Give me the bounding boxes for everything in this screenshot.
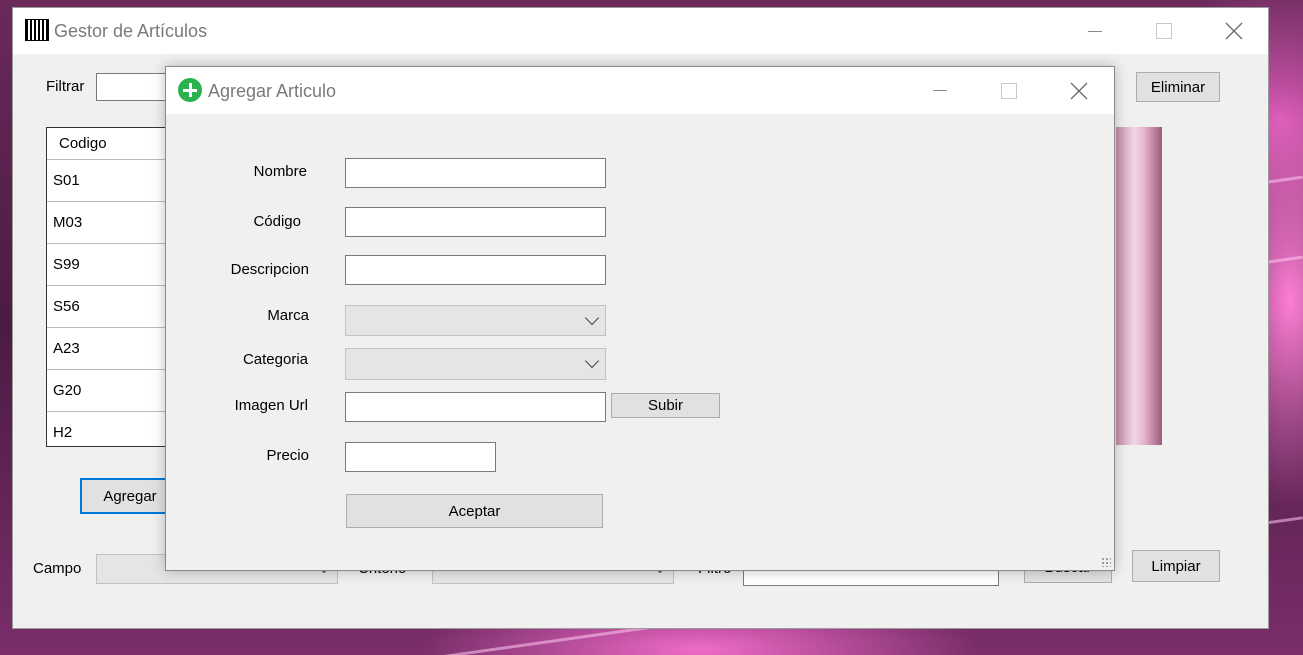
grid-app-icon — [25, 19, 49, 41]
precio-input[interactable] — [345, 442, 496, 472]
close-icon[interactable] — [1056, 67, 1102, 114]
minimize-icon[interactable] — [917, 67, 963, 114]
codigo-label: Código — [253, 213, 301, 230]
main-titlebar[interactable]: Gestor de Artículos — [13, 8, 1268, 54]
minimize-icon[interactable] — [1072, 8, 1118, 54]
imagen-url-input[interactable] — [345, 392, 606, 422]
nombre-input[interactable] — [345, 158, 606, 188]
add-circle-icon — [178, 78, 202, 102]
categoria-select[interactable] — [345, 348, 606, 380]
filter-label: Filtrar — [46, 78, 85, 95]
main-window-title: Gestor de Artículos — [54, 21, 208, 41]
table-row[interactable]: S01 — [47, 160, 175, 202]
dialog-titlebar[interactable]: Agregar Articulo — [166, 67, 1114, 114]
marca-select[interactable] — [345, 305, 606, 336]
table-row[interactable]: A23 — [47, 328, 175, 370]
table-row[interactable]: S56 — [47, 286, 175, 328]
precio-label: Precio — [266, 447, 309, 464]
add-article-dialog: Agregar Articulo Nombre Código Descripci… — [165, 66, 1115, 571]
upload-button[interactable]: Subir — [611, 393, 720, 418]
filter-input[interactable] — [96, 73, 176, 101]
article-image-preview — [1116, 127, 1162, 445]
marca-label: Marca — [267, 307, 309, 324]
campo-label: Campo — [33, 560, 82, 577]
maximize-icon[interactable] — [986, 67, 1032, 114]
clear-button[interactable]: Limpiar — [1132, 550, 1220, 582]
delete-button[interactable]: Eliminar — [1136, 72, 1220, 102]
close-icon[interactable] — [1211, 8, 1257, 54]
table-row[interactable]: M03 — [47, 202, 175, 244]
chevron-down-icon — [584, 310, 600, 325]
maximize-icon[interactable] — [1141, 8, 1187, 54]
codigo-input[interactable] — [345, 207, 606, 237]
table-row[interactable]: H2 — [47, 412, 175, 446]
descripcion-label: Descripcion — [230, 261, 309, 278]
table-row[interactable]: S99 — [47, 244, 175, 286]
articles-grid[interactable]: Codigo S01 M03 S99 S56 A23 G20 H2 — [46, 127, 176, 447]
table-row[interactable]: G20 — [47, 370, 175, 412]
dialog-title: Agregar Articulo — [208, 81, 337, 101]
chevron-down-icon — [584, 353, 600, 369]
nombre-label: Nombre — [253, 163, 307, 180]
imagen-url-label: Imagen Url — [234, 397, 308, 414]
accept-button[interactable]: Aceptar — [346, 494, 603, 528]
categoria-label: Categoria — [242, 351, 308, 368]
resize-grip-icon[interactable] — [1101, 557, 1111, 567]
grid-header-codigo[interactable]: Codigo — [47, 128, 175, 160]
descripcion-input[interactable] — [345, 255, 606, 285]
